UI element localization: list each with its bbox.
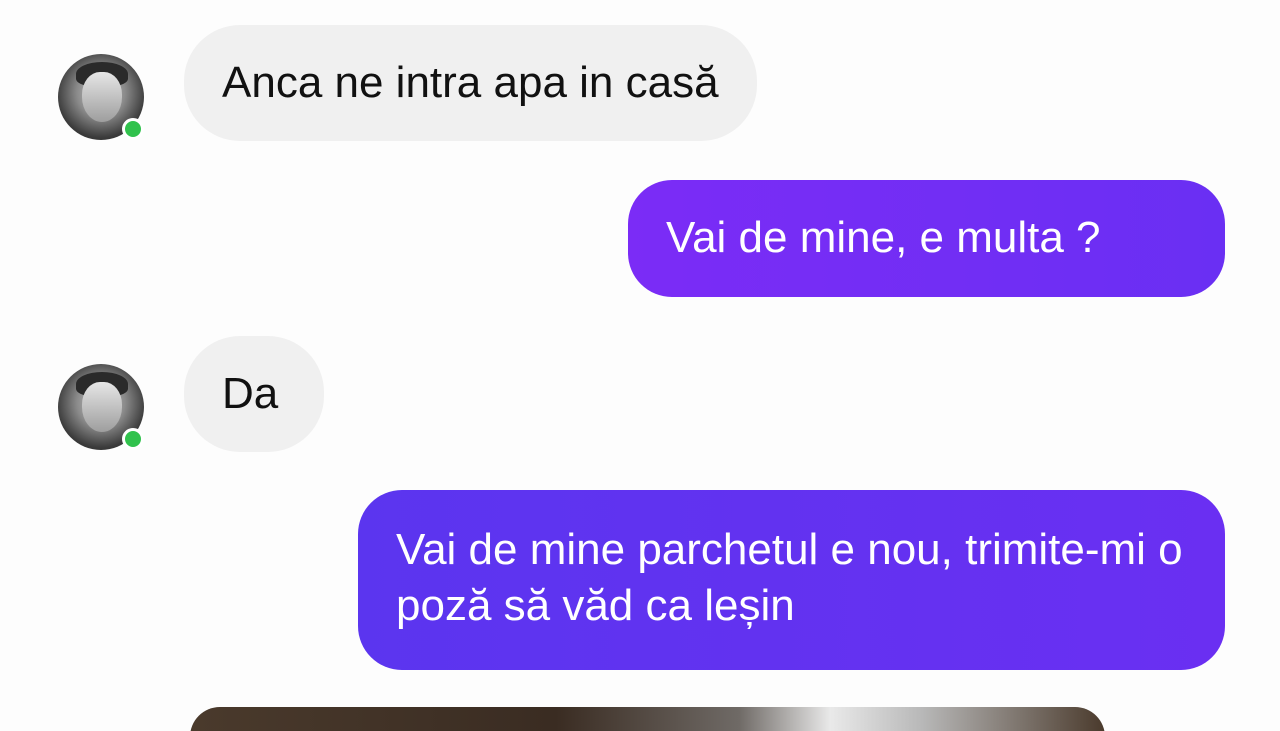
chat-thread: Anca ne intra apa in casă Vai de mine, e… [0,0,1280,731]
message-text: Vai de mine parchetul e nou, trimite-mi … [396,525,1183,630]
outgoing-message-bubble[interactable]: Vai de mine parchetul e nou, trimite-mi … [358,490,1225,670]
message-text: Anca ne intra apa in casă [222,58,719,107]
avatar-face [82,72,122,122]
outgoing-message-bubble[interactable]: Vai de mine, e multa ? [628,180,1225,297]
online-dot-icon [122,118,144,140]
incoming-message-bubble[interactable]: Da [184,336,324,452]
photo-message[interactable] [190,707,1105,731]
message-text: Da [222,369,279,418]
incoming-message-bubble[interactable]: Anca ne intra apa in casă [184,25,757,141]
avatar-face [82,382,122,432]
message-text: Vai de mine, e multa ? [666,213,1101,262]
online-dot-icon [122,428,144,450]
contact-avatar[interactable] [58,54,144,140]
contact-avatar[interactable] [58,364,144,450]
